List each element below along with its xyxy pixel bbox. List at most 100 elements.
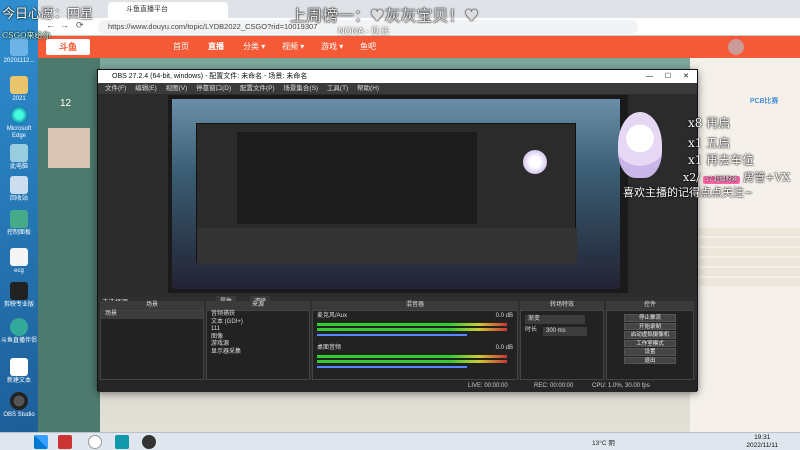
nav-home[interactable]: 首页 — [173, 41, 189, 52]
source-item[interactable]: 游戏源 — [207, 341, 309, 349]
site-header: 斗鱼 首页 直播 分类 ▾ 视频 ▾ 游戏 ▾ 鱼吧 — [38, 36, 800, 58]
source-item[interactable]: 111 — [207, 326, 309, 334]
menu-profile[interactable]: 配置文件(P) — [240, 83, 275, 94]
desktop-icon-jianying[interactable]: 剪映专业版 — [1, 282, 37, 309]
app-icon-red[interactable] — [58, 435, 72, 449]
recycle-bin-icon — [10, 176, 28, 194]
transition-select[interactable]: 渐变 — [525, 315, 585, 324]
desktop-icon-pc[interactable]: 此电脑 — [1, 144, 37, 171]
source-item[interactable]: 文本 (GDI+) — [207, 319, 309, 327]
streamer-panel: 12 — [38, 58, 100, 432]
wish-text: 今日心愿：四星 — [2, 7, 94, 22]
edge-icon — [10, 106, 28, 124]
obs-statusbar: LIVE: 00:00:00 REC: 00:00:00 CPU: 1.0%, … — [98, 380, 697, 392]
desktop-icon-control[interactable]: 控制面板 — [1, 210, 37, 237]
settings-button[interactable]: 设置 — [624, 348, 676, 356]
nav-fishbar[interactable]: 鱼吧 — [360, 41, 376, 52]
text-file-icon — [10, 358, 28, 376]
mixer-dock: 麦克风/Aux 0.0 dB 桌面音频 0.0 dB — [312, 310, 518, 380]
start-recording-button[interactable]: 开始录制 — [624, 322, 676, 330]
menu-docks[interactable]: 停靠窗口(D) — [196, 83, 231, 94]
duration-label: 时长 — [525, 327, 538, 333]
obs-menubar: 文件(F) 编辑(E) 视图(V) 停靠窗口(D) 配置文件(P) 场景集合(S… — [98, 83, 697, 94]
weather-text[interactable]: 13°C 阴 — [592, 437, 615, 447]
start-icon[interactable] — [34, 435, 48, 449]
obs-titlebar: OBS 27.2.4 (64-bit, windows) - 配置文件: 未命名… — [98, 70, 697, 83]
control-panel-icon — [10, 210, 28, 228]
desktop-meter — [317, 355, 507, 358]
nested-preview — [237, 132, 477, 224]
computer-icon — [10, 144, 28, 162]
source-item[interactable]: 显示器采集 — [207, 349, 309, 357]
desktop-icon-edge[interactable]: Microsoft Edge — [1, 106, 37, 140]
nav-game[interactable]: 游戏 ▾ — [321, 41, 343, 52]
chrome-icon[interactable] — [88, 435, 102, 449]
desktop-icon-text[interactable]: 新建文本 — [1, 358, 37, 385]
mic-db: 0.0 dB — [495, 313, 513, 319]
nav-category[interactable]: 分类 ▾ — [243, 41, 265, 52]
task-line-1: x8 再启 — [688, 116, 731, 130]
anime-avatar-small — [523, 150, 547, 174]
desktop-audio-db: 0.0 dB — [495, 345, 513, 351]
overlay-subtitle: CSGO来给你 — [2, 31, 51, 40]
scenes-header: 场景 — [100, 301, 204, 310]
source-item[interactable]: 音频捕获 — [207, 311, 309, 319]
studio-mode-button[interactable]: 工作室模式 — [624, 339, 676, 347]
virtual-camera-button[interactable]: 启动虚拟摄像机 — [624, 331, 676, 339]
event-tag[interactable]: PCB比赛 — [750, 96, 778, 106]
fan-badge: 17 超级粉丝 — [703, 176, 740, 184]
desktop-icon-ecg[interactable]: ecg — [1, 248, 37, 275]
douyu-icon — [10, 318, 28, 336]
desktop-icon-file[interactable]: 20201112... — [1, 38, 37, 65]
desktop-volume-slider[interactable] — [317, 366, 467, 368]
scenes-dock: 场景 — [100, 310, 204, 380]
maximize-icon[interactable]: ☐ — [665, 70, 671, 83]
desktop-icon-obs[interactable]: OBS Studio — [1, 392, 37, 419]
menu-edit[interactable]: 编辑(E) — [135, 83, 157, 94]
avatar[interactable] — [728, 39, 744, 55]
mic-volume-slider[interactable] — [317, 334, 467, 336]
desktop-icon-2021[interactable]: 2021 — [1, 76, 37, 103]
duration-input[interactable]: 300 ms — [543, 327, 587, 336]
obs-window: OBS 27.2.4 (64-bit, windows) - 配置文件: 未命名… — [97, 69, 698, 392]
follow-prompt: 喜欢主播的记得点点关注~ — [623, 186, 754, 199]
menu-tools[interactable]: 工具(T) — [327, 83, 348, 94]
scene-item[interactable]: 场景 — [101, 311, 203, 319]
cpu-fps: CPU: 1.0%, 30.00 fps — [592, 383, 650, 389]
live-timer: LIVE: 00:00:00 — [468, 383, 508, 389]
nav-video[interactable]: 视频 ▾ — [282, 41, 304, 52]
sources-header: 来源 — [206, 301, 310, 310]
mixer-header: 混音器 — [312, 301, 518, 310]
menu-help[interactable]: 帮助(H) — [357, 83, 379, 94]
exit-button[interactable]: 退出 — [624, 356, 676, 364]
menu-view[interactable]: 视图(V) — [166, 83, 188, 94]
folder-icon — [10, 76, 28, 94]
minimize-icon[interactable]: — — [646, 70, 653, 83]
transitions-dock: 渐变 时长 300 ms — [520, 310, 604, 380]
taskbar: 13°C 阴 19:31 2022/11/11 — [0, 432, 800, 450]
menu-file[interactable]: 文件(F) — [105, 83, 126, 94]
desktop-meter — [317, 360, 507, 363]
mic-label: 麦克风/Aux — [317, 313, 348, 319]
desktop-icon-recycle[interactable]: 回收站 — [1, 176, 37, 203]
edge-taskbar-icon[interactable] — [115, 435, 129, 449]
nested-obs — [196, 123, 577, 264]
stop-stream-button[interactable]: 停止推流 — [624, 314, 676, 322]
sources-dock: 音频捕获 文本 (GDI+) 111 图像 游戏源 显示器采集 — [206, 310, 310, 380]
jianying-icon — [10, 282, 28, 300]
douyu-logo[interactable]: 斗鱼 — [46, 39, 90, 55]
obs-bottom-area: 未选择源 属性 滤镜 场景 场景 来源 音频捕获 文本 (GDI+) 111 图… — [98, 296, 697, 392]
room-number: 12 — [60, 98, 72, 109]
desktop-audio-label: 桌面音频 — [317, 345, 342, 351]
obs-preview[interactable] — [168, 95, 628, 293]
nav-live[interactable]: 直播 — [208, 41, 224, 52]
source-item[interactable]: 图像 — [207, 334, 309, 342]
close-icon[interactable]: ✕ — [683, 70, 689, 83]
browser-tab[interactable]: 斗鱼直播平台 — [108, 2, 228, 18]
streamer-thumbnail[interactable] — [48, 128, 90, 168]
menu-scene-collection[interactable]: 场景集合(S) — [283, 83, 318, 94]
desktop-icon-douyu[interactable]: 斗鱼直播伴侣 — [1, 318, 37, 345]
clock[interactable]: 19:31 2022/11/11 — [746, 434, 778, 450]
nested-docks — [197, 228, 577, 264]
obs-taskbar-icon[interactable] — [142, 435, 156, 449]
